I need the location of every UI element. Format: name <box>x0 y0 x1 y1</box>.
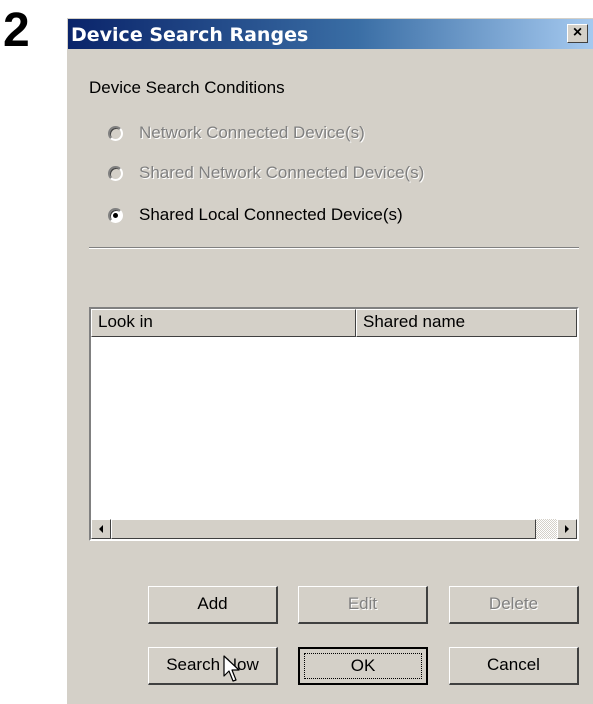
radio-button[interactable] <box>108 208 123 223</box>
radio-label: Network Connected Device(s) <box>139 123 365 142</box>
title-bar[interactable]: Device Search Ranges × <box>68 19 593 49</box>
add-button[interactable]: Add <box>148 586 278 624</box>
radio-selected-dot <box>113 213 118 218</box>
search-location-list[interactable]: Look in Shared name <box>89 307 579 541</box>
search-conditions-label: Device Search Conditions <box>89 78 285 97</box>
radio-label: Shared Local Connected Device(s) <box>139 205 403 224</box>
radio-label: Shared Network Connected Device(s) <box>139 163 425 182</box>
step-number: 2 <box>3 4 30 57</box>
column-header-shared-name[interactable]: Shared name <box>356 309 577 337</box>
cancel-button[interactable]: Cancel <box>449 647 579 685</box>
dialog-title: Device Search Ranges <box>71 24 309 46</box>
scroll-left-button[interactable] <box>91 519 111 539</box>
delete-button[interactable]: Delete <box>449 586 579 624</box>
scroll-thumb[interactable] <box>111 519 536 539</box>
edit-button-label: Edit <box>347 594 378 613</box>
delete-button-label: Delete <box>488 594 539 613</box>
horizontal-scrollbar[interactable] <box>91 519 577 539</box>
edit-button[interactable]: Edit <box>298 586 428 624</box>
ok-button-label: OK <box>350 656 376 675</box>
column-header-look-in[interactable]: Look in <box>91 309 356 337</box>
arrow-left-icon <box>99 525 103 533</box>
cancel-button-label: Cancel <box>487 655 540 674</box>
scroll-right-button[interactable] <box>557 519 577 539</box>
radio-button[interactable] <box>108 166 123 181</box>
scroll-track[interactable] <box>536 519 557 539</box>
close-button[interactable]: × <box>567 24 588 43</box>
search-now-button[interactable]: Search Now <box>148 647 278 685</box>
close-icon: × <box>572 24 583 41</box>
add-button-label: Add <box>197 594 228 613</box>
arrow-right-icon <box>565 525 569 533</box>
mouse-pointer-icon <box>223 655 240 682</box>
ok-button[interactable]: OK <box>298 647 428 685</box>
separator <box>89 247 579 249</box>
device-search-ranges-dialog: Device Search Ranges × Device Search Con… <box>67 18 593 704</box>
radio-button[interactable] <box>108 126 123 141</box>
search-now-button-label: Search Now <box>166 655 259 674</box>
